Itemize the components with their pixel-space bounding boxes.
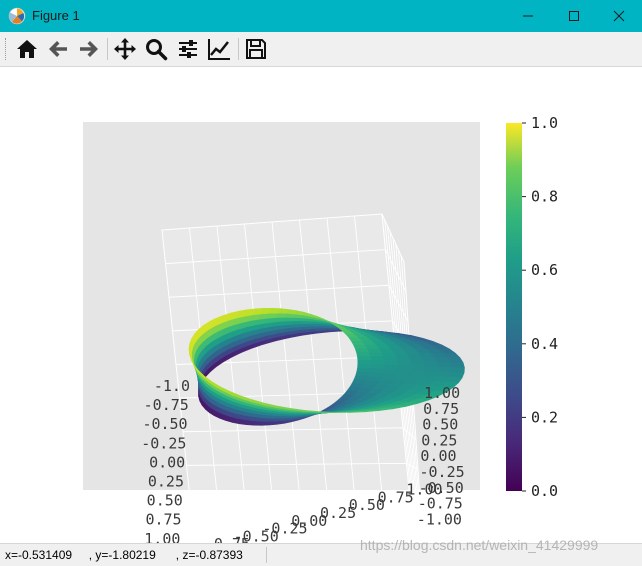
surface-patch [384, 361, 398, 366]
sliders-icon [176, 37, 200, 61]
watermark-text: https://blog.csdn.net/weixin_41429999 [360, 537, 598, 553]
surface-patch [424, 362, 438, 367]
toolbar-separator [107, 38, 108, 60]
surface-patch [437, 362, 451, 367]
window-titlebar: Figure 1 [0, 0, 642, 32]
toolbar-separator [238, 38, 239, 60]
y-tick-label: -0.50 [142, 415, 187, 433]
surface-patch [367, 349, 381, 353]
navigation-toolbar [0, 32, 642, 67]
figure-canvas[interactable]: -1.0-0.75-0.50-0.250.00 0.250.500.751.00 -… [0, 67, 642, 543]
surface-patch [370, 357, 384, 361]
arrow-left-icon [46, 37, 70, 61]
surface-patch [396, 357, 411, 362]
y-tick-label: 0.75 [145, 511, 181, 529]
surface-patch [355, 349, 369, 353]
colorbar-tick-label: 0.4 [531, 335, 558, 353]
home-button[interactable] [15, 37, 41, 61]
close-icon [613, 10, 625, 22]
matplotlib-logo-icon [8, 7, 26, 25]
colorbar-tick-label: 0.8 [531, 188, 558, 206]
magnifier-icon [144, 37, 168, 61]
forward-button[interactable] [77, 37, 103, 61]
y-tick-label: 0.50 [147, 492, 183, 510]
y-tick-label: 0.00 [149, 453, 185, 471]
maximize-icon [568, 10, 580, 22]
figure-svg[interactable]: -1.0-0.75-0.50-0.250.00 0.250.500.751.00 -… [0, 67, 642, 543]
surface-patch [409, 357, 424, 362]
edit-axis-button[interactable] [207, 37, 233, 61]
colorbar-tick-label: 1.0 [531, 114, 558, 132]
surface-patch [383, 357, 397, 362]
maximize-button[interactable] [551, 0, 597, 32]
move-arrows-icon [113, 37, 137, 61]
floppy-disk-icon [244, 37, 268, 61]
colorbar-tick-label: 0.0 [531, 482, 558, 500]
y-tick-label: 0.25 [148, 473, 184, 491]
y-tick-label: -0.25 [141, 434, 186, 452]
minimize-icon [522, 10, 534, 22]
zoom-button[interactable] [144, 37, 170, 61]
surface-patch [450, 363, 465, 368]
surface-patch [302, 324, 313, 327]
y-tick-label: -1.0 [154, 377, 190, 395]
home-icon [15, 37, 39, 61]
surface-patch [357, 353, 371, 357]
y-tick-label: 1.00 [144, 530, 180, 543]
surface-patch [381, 353, 396, 357]
save-figure-button[interactable] [244, 37, 270, 61]
surface-patch [292, 321, 303, 324]
surface-patch [451, 367, 465, 372]
back-button[interactable] [46, 37, 72, 61]
toolbar-grip[interactable] [5, 38, 9, 60]
surface-patch [357, 356, 371, 360]
surface-patch [354, 345, 368, 349]
surface-patch [422, 357, 437, 362]
close-button[interactable] [596, 0, 642, 32]
colorbar [506, 123, 522, 491]
z-tick-label: -1.00 [417, 510, 462, 528]
surface-patch [358, 360, 371, 364]
surface-patch [369, 353, 383, 357]
status-divider [266, 547, 267, 563]
surface-patch [411, 366, 425, 371]
pan-button[interactable] [113, 37, 139, 61]
y-tick-label: -0.75 [144, 396, 189, 414]
minimize-button[interactable] [505, 0, 551, 32]
line-chart-icon [207, 37, 231, 61]
colorbar-ticks: 1.0 0.8 0.6 0.4 0.2 0.0 [522, 114, 558, 500]
arrow-right-icon [77, 37, 101, 61]
cursor-coordinates: x=-0.531409 , y=-1.80219 , z=-0.87393 [5, 548, 243, 562]
colorbar-tick-label: 0.6 [531, 261, 558, 279]
configure-subplots-button[interactable] [176, 37, 202, 61]
colorbar-tick-label: 0.2 [531, 408, 558, 426]
window-title: Figure 1 [32, 8, 80, 23]
